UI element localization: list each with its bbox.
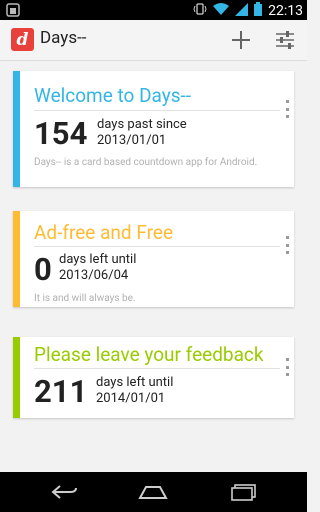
card-date: 2013/01/01 [97,133,167,148]
card-subtext: It is and will always be. [34,293,136,304]
card-description: days left until 2014/01/01 [96,375,173,407]
card-date: 2014/01/01 [96,391,166,406]
notification-icon [6,3,20,21]
countdown-card[interactable]: Please leave your feedback 211 days left… [13,337,294,418]
card-desc-line1: days past since [97,117,187,132]
navigation-bar [0,472,307,512]
card-title: Please leave your feedback [34,343,264,366]
vibrate-icon [193,2,207,20]
card-date: 2013/06/04 [59,268,129,283]
card-days-count: 211 [34,373,88,410]
add-button[interactable] [228,27,254,53]
card-accent [13,337,20,418]
card-title: Ad-free and Free [34,221,174,244]
status-bar: 22:13 [0,0,307,20]
wifi-icon [213,2,230,20]
clock: 22:13 [268,3,303,19]
card-days-count: 0 [34,251,52,288]
overflow-menu-icon[interactable] [284,236,290,254]
card-subtext: Days-- is a card based countdown app for… [34,157,258,168]
recents-icon [231,484,256,501]
card-desc-line1: days left until [59,252,137,267]
home-icon [138,486,168,499]
overflow-menu-icon[interactable] [284,100,290,118]
divider [34,110,280,111]
app-logo: d [11,28,34,51]
signal-icon [235,2,249,20]
card-description: days past since 2013/01/01 [97,117,187,149]
divider [34,368,280,369]
card-desc-line1: days left until [96,375,174,390]
settings-button[interactable] [272,27,298,53]
action-bar: d Days-- [0,20,307,61]
sliders-icon [276,31,294,49]
overflow-menu-icon[interactable] [284,358,290,376]
plus-icon [232,31,250,49]
card-description: days left until 2013/06/04 [59,252,136,284]
battery-icon [254,2,263,20]
back-icon [51,485,77,499]
divider [34,246,280,247]
card-days-count: 154 [34,115,88,152]
card-accent [13,211,20,307]
recents-button[interactable] [224,480,264,504]
card-accent [13,71,20,187]
countdown-card[interactable]: Welcome to Days-- 154 days past since 20… [13,71,294,187]
home-button[interactable] [133,480,173,504]
card-title: Welcome to Days-- [34,84,192,107]
countdown-card[interactable]: Ad-free and Free 0 days left until 2013/… [13,211,294,307]
back-button[interactable] [44,480,84,504]
app-title: Days-- [40,28,87,48]
